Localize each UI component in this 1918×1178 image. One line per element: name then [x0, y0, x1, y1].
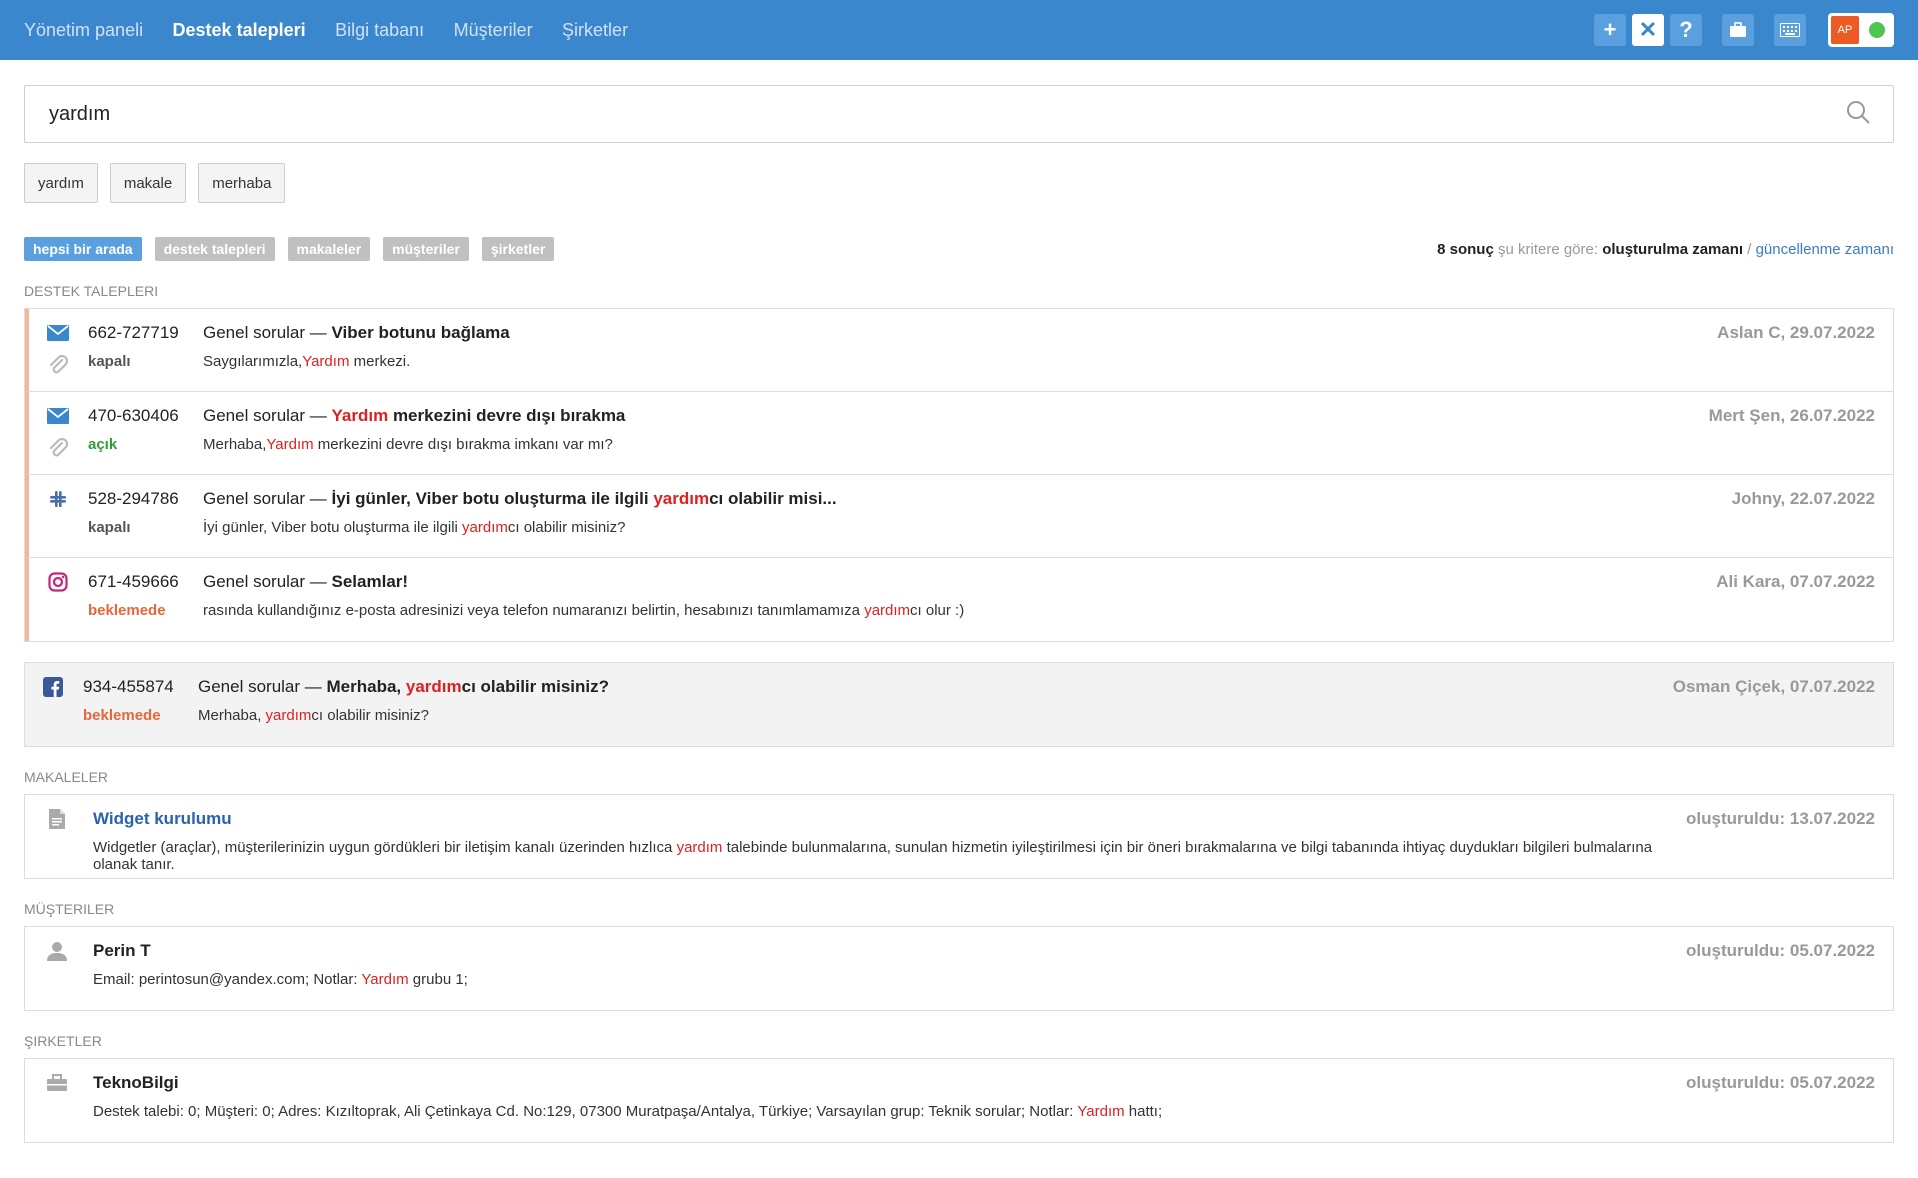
article-row[interactable]: Widget kurulumu Widgetler (araçlar), müş… [25, 795, 1893, 878]
avatar: AP [1831, 16, 1859, 44]
nav-knowledge-base[interactable]: Bilgi tabanı [335, 20, 424, 41]
ticket-row[interactable]: 470-630406 açık Genel sorular — Yardım mer… [25, 392, 1893, 475]
filters-row: hepsi bir arada destek talepleri makalel… [24, 237, 1894, 261]
ticket-row[interactable]: 662-727719 kapalı Genel sorular — Viber bo… [25, 309, 1893, 392]
nav-companies[interactable]: Şirketler [562, 20, 628, 41]
ticket-id[interactable]: 528-294786 [88, 487, 203, 511]
ticket-snippet: rasında kullandığınız e-posta adresinizi… [203, 602, 965, 619]
document-icon [48, 807, 66, 831]
ticket-author-date: Johny, 22.07.2022 [1731, 489, 1875, 508]
paperclip-icon [48, 354, 68, 378]
instagram-icon [48, 570, 68, 594]
envelope-icon [47, 321, 69, 345]
main-nav: Yönetim paneli Destek talepleri Bilgi ta… [24, 20, 653, 41]
main-content: yardım makale merhaba hepsi bir arada de… [0, 85, 1918, 1143]
ticket-snippet: Merhaba, yardımcı olabilir misiniz? [198, 707, 429, 724]
sort-updated[interactable]: güncellenme zamanı [1756, 241, 1894, 258]
results-info: 8 sonuç şu kritere göre: oluşturulma zam… [1437, 241, 1894, 258]
ticket-title[interactable]: Genel sorular — Merhaba, yardımcı olabil… [198, 675, 1673, 699]
envelope-icon [47, 404, 69, 428]
search-icon[interactable] [1845, 99, 1871, 130]
company-snippet: Destek talebi: 0; Müşteri: 0; Adres: Kız… [93, 1103, 1163, 1120]
nav-dashboard[interactable]: Yönetim paneli [24, 20, 143, 41]
ticket-snippet: İyi günler, Viber botu oluşturma ile ilg… [203, 519, 626, 536]
ticket-title[interactable]: Genel sorular — Viber botunu bağlama [203, 321, 1717, 345]
companies-list: TeknoBilgi Destek talebi: 0; Müşteri: 0;… [24, 1058, 1894, 1143]
slack-icon [48, 487, 68, 511]
ticket-row[interactable]: 934-455874 beklemede Genel sorular — Merha… [25, 663, 1893, 746]
filter-tab-customers[interactable]: müşteriler [383, 237, 469, 261]
ticket-id[interactable]: 662-727719 [88, 321, 203, 345]
article-title[interactable]: Widget kurulumu [93, 807, 1686, 831]
ticket-status: beklemede [83, 707, 161, 724]
briefcase-icon [46, 1071, 68, 1095]
ticket-id[interactable]: 470-630406 [88, 404, 203, 428]
company-row[interactable]: TeknoBilgi Destek talebi: 0; Müşteri: 0;… [25, 1059, 1893, 1142]
section-title-articles: MAKALELER [24, 769, 109, 785]
filter-tab-tickets[interactable]: destek talepleri [154, 237, 275, 261]
ticket-row[interactable]: 671-459666 beklemede Genel sorular — Selam… [25, 558, 1893, 641]
customers-list: Perin T Email: perintosun@yandex.com; No… [24, 926, 1894, 1011]
ticket-status: kapalı [88, 519, 131, 536]
plus-icon[interactable]: + [1594, 14, 1626, 46]
customer-created-date: oluşturuldu: 05.07.2022 [1686, 941, 1875, 960]
company-created-date: oluşturuldu: 05.07.2022 [1686, 1073, 1875, 1092]
top-navigation-bar: Yönetim paneli Destek talepleri Bilgi ta… [0, 0, 1918, 60]
search-input[interactable] [47, 101, 1845, 127]
search-chip[interactable]: merhaba [198, 163, 286, 203]
close-icon[interactable]: ✕ [1632, 14, 1664, 46]
ticket-title[interactable]: Genel sorular — Yardım merkezini devre d… [203, 404, 1709, 428]
ticket-id[interactable]: 934-455874 [83, 675, 198, 699]
articles-list: Widget kurulumu Widgetler (araçlar), müş… [24, 794, 1894, 879]
section-title-tickets: DESTEK TALEPLERI [24, 283, 159, 299]
question-icon[interactable]: ? [1670, 14, 1702, 46]
ticket-row[interactable]: 528-294786 kapalı Genel sorular — İyi günl… [25, 475, 1893, 558]
ticket-status: beklemede [88, 602, 166, 619]
tickets-list-secondary: 934-455874 beklemede Genel sorular — Merha… [24, 662, 1894, 747]
paperclip-icon [48, 437, 68, 461]
search-chip[interactable]: makale [109, 163, 187, 203]
search-chip[interactable]: yardım [24, 163, 98, 203]
online-status-dot [1869, 22, 1885, 38]
filter-tab-all[interactable]: hepsi bir arada [24, 237, 142, 261]
briefcase-icon[interactable] [1722, 14, 1754, 46]
section-title-customers: MÜŞTERILER [24, 901, 115, 917]
article-snippet: Widgetler (araçlar), müşterilerinizin uy… [93, 839, 1653, 873]
ticket-snippet: Saygılarımızla,Yardım merkezi. [203, 353, 411, 370]
keyboard-icon[interactable] [1774, 14, 1806, 46]
sort-separator: / [1747, 240, 1752, 258]
results-count: 8 sonuç [1437, 240, 1494, 258]
section-title-companies: ŞIRKETLER [24, 1033, 102, 1049]
facebook-icon [43, 675, 63, 699]
tickets-list: 662-727719 kapalı Genel sorular — Viber bo… [24, 308, 1894, 642]
nav-tickets[interactable]: Destek talepleri [173, 20, 306, 41]
filter-tab-companies[interactable]: şirketler [481, 237, 555, 261]
ticket-title[interactable]: Genel sorular — İyi günler, Viber botu o… [203, 487, 1732, 511]
user-icon [47, 939, 67, 963]
customer-row[interactable]: Perin T Email: perintosun@yandex.com; No… [25, 927, 1893, 1010]
search-box [24, 85, 1894, 143]
top-actions: + ✕ ? AP [1588, 13, 1894, 47]
ticket-author-date: Osman Çiçek, 07.07.2022 [1672, 677, 1875, 696]
customer-name[interactable]: Perin T [93, 939, 1686, 963]
ticket-status: açık [88, 436, 118, 453]
ticket-author-date: Ali Kara, 07.07.2022 [1716, 572, 1875, 591]
company-name[interactable]: TeknoBilgi [93, 1071, 1686, 1095]
user-menu[interactable]: AP [1828, 13, 1894, 47]
ticket-snippet: Merhaba,Yardım merkezini devre dışı bıra… [203, 436, 613, 453]
ticket-title[interactable]: Genel sorular — Selamlar! [203, 570, 1716, 594]
nav-customers[interactable]: Müşteriler [454, 20, 533, 41]
criteria-label: şu kritere göre: [1497, 240, 1599, 258]
ticket-status: kapalı [88, 353, 131, 370]
sort-created[interactable]: oluşturulma zamanı [1602, 241, 1743, 258]
customer-snippet: Email: perintosun@yandex.com; Notlar: Ya… [93, 971, 468, 988]
filter-tab-articles[interactable]: makaleler [287, 237, 371, 261]
ticket-author-date: Mert Şen, 26.07.2022 [1708, 406, 1875, 425]
ticket-id[interactable]: 671-459666 [88, 570, 203, 594]
article-created-date: oluşturuldu: 13.07.2022 [1686, 809, 1875, 828]
recent-searches: yardım makale merhaba [24, 163, 1894, 203]
ticket-author-date: Aslan C, 29.07.2022 [1717, 323, 1875, 342]
